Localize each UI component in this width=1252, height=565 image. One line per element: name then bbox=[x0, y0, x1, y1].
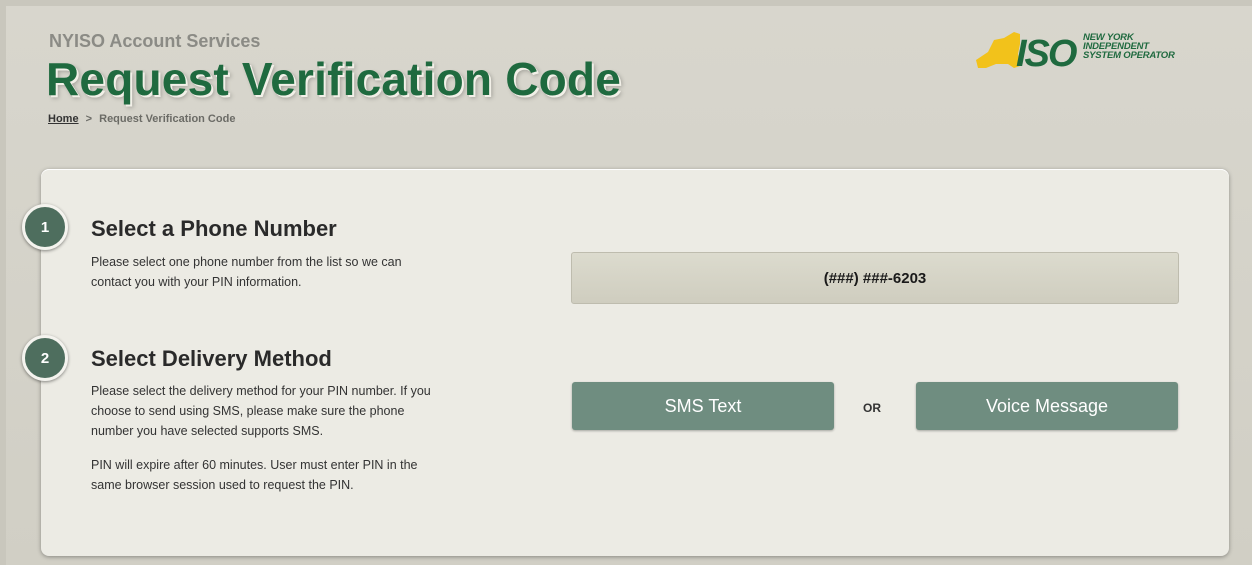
step-2-description: Please select the delivery method for yo… bbox=[91, 381, 431, 441]
breadcrumb-current: Request Verification Code bbox=[99, 113, 236, 125]
step-2-description-line-3: number you have selected supports SMS. bbox=[91, 424, 324, 438]
step-2-description-line-1: Please select the delivery method for yo… bbox=[91, 384, 431, 398]
step-1-title: Select a Phone Number bbox=[91, 216, 337, 241]
voice-message-button[interactable]: Voice Message bbox=[916, 382, 1178, 430]
app-name: NYISO Account Services bbox=[49, 31, 261, 51]
new-york-state-shape bbox=[976, 32, 1020, 68]
or-label: OR bbox=[863, 401, 881, 415]
verification-panel: 1 Select a Phone Number Please select on… bbox=[22, 169, 1229, 556]
step-1-description-line-1: Please select one phone number from the … bbox=[91, 255, 402, 269]
step-2-description-line-2: choose to send using SMS, please make su… bbox=[91, 404, 405, 418]
phone-number-option[interactable]: (###) ###-6203 bbox=[571, 252, 1179, 304]
breadcrumb-home-link[interactable]: Home bbox=[48, 113, 79, 125]
step-1-description-line-2: contact you with your PIN information. bbox=[91, 275, 302, 289]
sms-text-button[interactable]: SMS Text bbox=[572, 382, 834, 430]
step-1-badge: 1 bbox=[22, 204, 68, 250]
breadcrumb: Home > Request Verification Code bbox=[48, 113, 235, 125]
step-2-badge: 2 bbox=[22, 335, 68, 381]
logo-wordmark: NEW YORK INDEPENDENT SYSTEM OPERATOR bbox=[1083, 33, 1175, 61]
pin-expiry-note-line-1: PIN will expire after 60 minutes. User m… bbox=[91, 458, 418, 472]
pin-expiry-note: PIN will expire after 60 minutes. User m… bbox=[91, 455, 418, 495]
pin-expiry-note-line-2: same browser session used to request the… bbox=[91, 478, 354, 492]
step-2-title: Select Delivery Method bbox=[91, 346, 332, 371]
logo-mark: ISO bbox=[1016, 33, 1077, 74]
step-1-description: Please select one phone number from the … bbox=[91, 252, 402, 292]
page-background: NYISO Account Services Request Verificat… bbox=[6, 6, 1252, 565]
breadcrumb-separator: > bbox=[85, 113, 93, 125]
page-title: Request Verification Code bbox=[46, 53, 622, 105]
logo-line-3: SYSTEM OPERATOR bbox=[1083, 50, 1175, 61]
